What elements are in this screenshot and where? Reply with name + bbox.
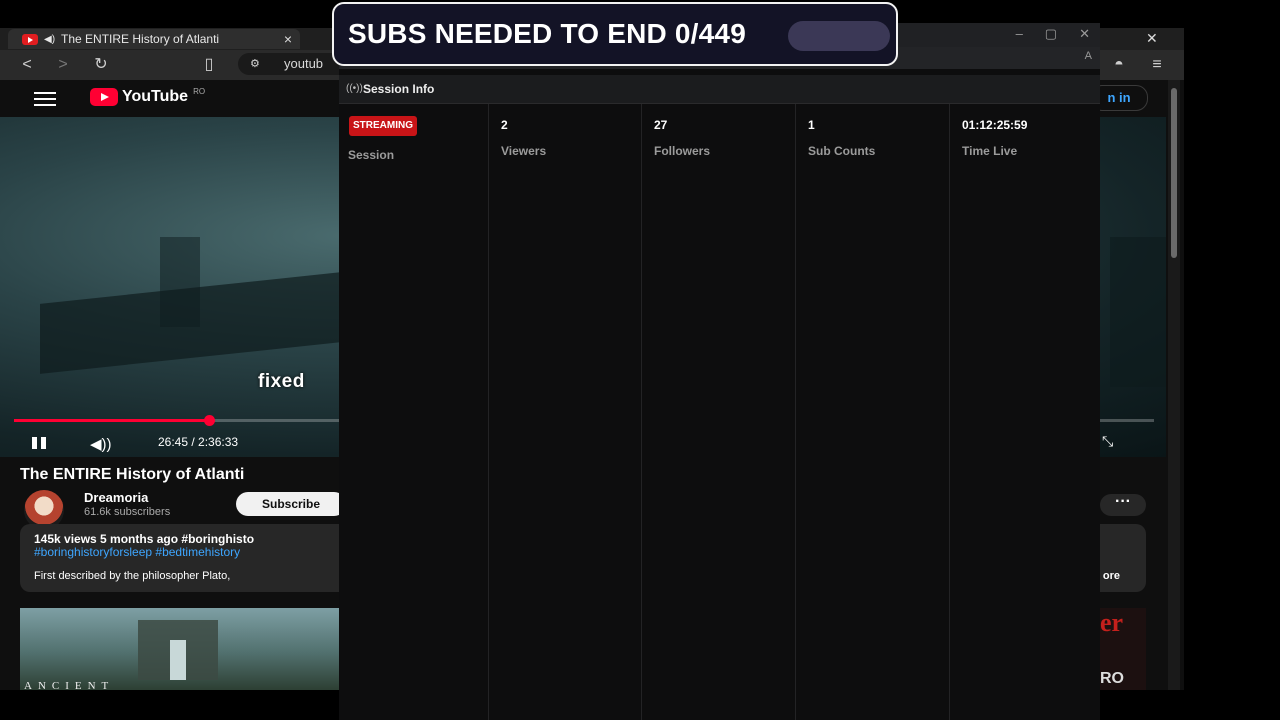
subs-goal-progress-bar bbox=[788, 21, 890, 51]
video-frame-ruin-right bbox=[1110, 237, 1166, 387]
browser-menu-icon[interactable]: ≡ bbox=[1146, 54, 1168, 76]
stat-value: 1 bbox=[808, 118, 815, 132]
thumbnail-caption: ANCIENT bbox=[24, 680, 115, 690]
status-badge: STREAMING bbox=[349, 116, 417, 136]
session-status-column: STREAMING Session bbox=[339, 104, 488, 720]
speaker-icon: ◀) bbox=[44, 33, 56, 45]
thumbnail-2-caption: RO bbox=[1100, 670, 1124, 687]
logo-text: YouTube bbox=[122, 88, 189, 105]
youtube-logo[interactable]: YouTube RO bbox=[90, 86, 206, 106]
stat-label: Followers bbox=[654, 144, 711, 158]
close-icon[interactable]: ✕ bbox=[1079, 26, 1090, 42]
stat-value: 2 bbox=[501, 118, 508, 132]
tab-close-icon[interactable]: × bbox=[284, 31, 292, 47]
session-label: Session bbox=[348, 148, 395, 162]
vpn-shield-icon[interactable]: ◓ bbox=[1108, 54, 1130, 76]
subscribe-button[interactable]: Subscribe bbox=[236, 492, 346, 516]
session-header: ((•)) Session Info bbox=[339, 75, 1100, 104]
video-frame-tower bbox=[160, 237, 200, 327]
channel-name[interactable]: Dreamoria bbox=[84, 490, 148, 505]
time-display: 26:45 / 2:36:33 bbox=[158, 435, 239, 449]
stat-time-live: 01:12:25:59 Time Live bbox=[949, 104, 1100, 720]
hashtags[interactable]: #boringhistoryforsleep #bedtimehistory bbox=[34, 545, 240, 559]
forward-icon[interactable]: > bbox=[52, 54, 74, 76]
session-info-window: – ▢ ✕ A ((•)) Session Info STREAMING Ses… bbox=[339, 23, 1100, 720]
video-title: The ENTIRE History of Atlanti bbox=[20, 466, 245, 483]
tab-title: The ENTIRE History of Atlanti bbox=[61, 32, 220, 46]
broadcast-icon: ((•)) bbox=[346, 83, 363, 94]
stat-sub-counts: 1 Sub Counts bbox=[795, 104, 949, 720]
address-text: youtub bbox=[284, 56, 324, 71]
youtube-favicon-icon bbox=[22, 33, 38, 45]
stat-value: 01:12:25:59 bbox=[962, 118, 1028, 132]
fullscreen-icon[interactable]: ⤡ bbox=[1102, 433, 1113, 450]
subs-goal-text: SUBS NEEDED TO END 0/449 bbox=[348, 18, 746, 49]
thumbnail-2-title: er bbox=[1100, 608, 1124, 637]
video-frame-ruin bbox=[40, 270, 360, 374]
maximize-icon[interactable]: ▢ bbox=[1045, 26, 1057, 42]
stat-value: 27 bbox=[654, 118, 668, 132]
related-video-thumbnail-2[interactable]: er RO bbox=[1100, 608, 1146, 690]
stat-viewers: 2 Viewers bbox=[488, 104, 642, 720]
related-video-thumbnail[interactable]: ANCIENT bbox=[20, 608, 340, 690]
stat-label: Sub Counts bbox=[808, 144, 876, 158]
youtube-play-icon bbox=[90, 88, 118, 106]
thumbnail-doorway bbox=[170, 640, 186, 680]
region-code: RO bbox=[193, 86, 206, 96]
stat-followers: 27 Followers bbox=[641, 104, 795, 720]
session-title: Session Info bbox=[363, 82, 435, 96]
description-more-link[interactable]: ore bbox=[1103, 570, 1120, 582]
stat-label: Viewers bbox=[501, 144, 547, 158]
video-meta: 145k views 5 months ago #boringhisto bbox=[34, 532, 255, 546]
pause-icon[interactable] bbox=[30, 435, 50, 453]
menu-icon[interactable] bbox=[34, 92, 56, 106]
bookmark-icon[interactable]: ▯ bbox=[198, 54, 220, 76]
volume-icon[interactable]: ◀)) bbox=[90, 435, 120, 453]
window-close-icon[interactable]: ✕ bbox=[1146, 30, 1158, 47]
scrollbar-thumb[interactable] bbox=[1171, 88, 1177, 258]
minimize-icon[interactable]: – bbox=[1016, 26, 1023, 42]
description-text: First described by the philosopher Plato… bbox=[34, 570, 231, 582]
subs-goal-banner: SUBS NEEDED TO END 0/449 bbox=[332, 2, 898, 66]
back-icon[interactable]: < bbox=[16, 54, 38, 76]
progress-played bbox=[14, 419, 209, 422]
window-controls: – ▢ ✕ bbox=[1016, 26, 1090, 42]
site-settings-icon[interactable]: ⚙ bbox=[250, 53, 260, 75]
tab-youtube[interactable]: ◀) The ENTIRE History of Atlanti × bbox=[8, 29, 300, 49]
channel-subscriber-count: 61.6k subscribers bbox=[84, 506, 171, 518]
more-actions-button[interactable]: ··· bbox=[1100, 494, 1146, 516]
page-scrollbar[interactable] bbox=[1168, 80, 1180, 690]
read-aloud-icon[interactable]: A bbox=[1085, 50, 1092, 62]
reload-icon[interactable]: ↻ bbox=[90, 54, 112, 76]
progress-scrubber[interactable] bbox=[203, 415, 215, 426]
stat-label: Time Live bbox=[962, 144, 1018, 158]
video-caption: fixed bbox=[258, 371, 305, 392]
